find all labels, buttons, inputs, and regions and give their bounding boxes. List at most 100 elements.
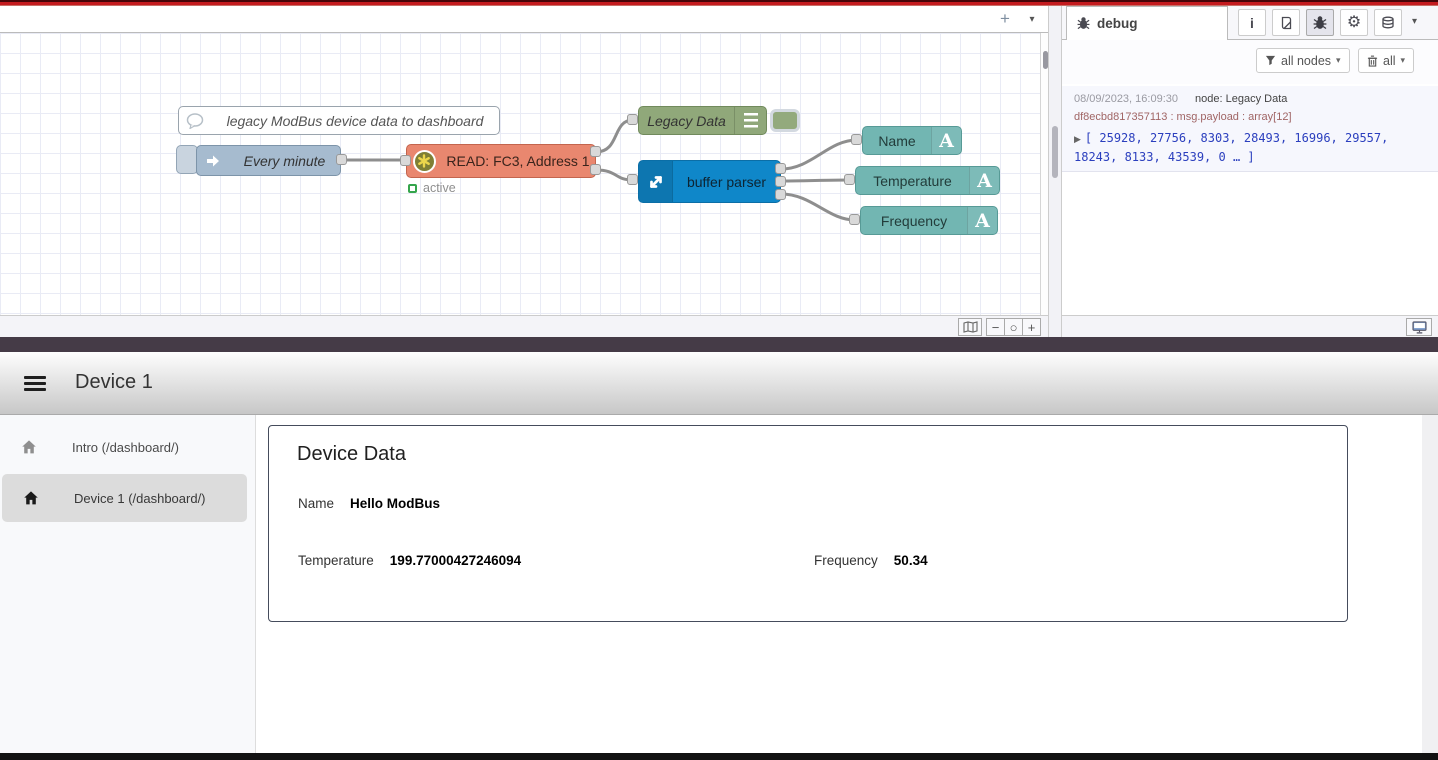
modbus-icon bbox=[407, 145, 441, 177]
clear-label: all bbox=[1383, 54, 1396, 68]
inject-label: Every minute bbox=[229, 146, 340, 175]
tab-debug[interactable]: debug bbox=[1066, 6, 1228, 40]
debug-toggle-button[interactable] bbox=[770, 109, 800, 132]
menu-hamburger-icon[interactable] bbox=[24, 376, 46, 391]
debug-message[interactable]: 08/09/2023, 16:09:30 node: Legacy Data d… bbox=[1062, 86, 1438, 172]
tab-info-button[interactable]: i bbox=[1238, 9, 1266, 36]
name-label: Name bbox=[298, 496, 334, 511]
filter-label: all nodes bbox=[1281, 54, 1331, 68]
filter-nodes-button[interactable]: all nodes ▾ bbox=[1256, 48, 1350, 73]
caret-down-icon: ▾ bbox=[1401, 55, 1406, 66]
port[interactable] bbox=[627, 174, 638, 185]
debug-node-legacy-data[interactable]: Legacy Data bbox=[638, 106, 767, 135]
flow-list-chevron-icon[interactable]: ▾ bbox=[1022, 12, 1042, 28]
tab-help-button[interactable] bbox=[1272, 9, 1300, 36]
expand-arrows-icon bbox=[639, 161, 673, 202]
ui-text-label: Name bbox=[863, 127, 931, 154]
ui-text-label: Temperature bbox=[856, 167, 969, 194]
port[interactable] bbox=[844, 174, 855, 185]
canvas-footer: − ○ + bbox=[0, 315, 1048, 337]
caret-down-icon: ▾ bbox=[1336, 55, 1341, 66]
message-payload[interactable]: [ 25928, 27756, 8303, 28493, 16996, 2955… bbox=[1074, 131, 1388, 164]
status-ring-icon bbox=[408, 184, 417, 193]
zoom-reset-button[interactable]: ○ bbox=[1004, 318, 1023, 336]
debug-node-label: Legacy Data bbox=[639, 107, 734, 134]
port[interactable] bbox=[775, 189, 786, 200]
clear-messages-button[interactable]: all ▾ bbox=[1358, 48, 1414, 73]
port[interactable] bbox=[775, 176, 786, 187]
flow-canvas[interactable]: legacy ModBus device data to dashboard E… bbox=[0, 33, 1040, 315]
port[interactable] bbox=[775, 163, 786, 174]
dashboard-scroll-gutter[interactable] bbox=[1422, 415, 1438, 753]
add-flow-button[interactable]: + bbox=[992, 9, 1018, 30]
bottom-black-bar bbox=[0, 753, 1438, 760]
window-separator-bar bbox=[0, 337, 1438, 352]
port[interactable] bbox=[627, 114, 638, 125]
expand-payload-icon[interactable]: ▶ bbox=[1074, 134, 1081, 144]
nav-item-label: Intro (/dashboard/) bbox=[72, 440, 179, 455]
port[interactable] bbox=[400, 155, 411, 166]
sidebar-menu-chevron-icon[interactable]: ▾ bbox=[1412, 16, 1417, 27]
buffer-parser-label: buffer parser bbox=[673, 161, 780, 202]
trash-icon bbox=[1367, 55, 1378, 67]
inject-trigger-button[interactable] bbox=[176, 145, 198, 174]
debug-toolbar: all nodes ▾ all ▾ bbox=[1062, 40, 1438, 84]
node-red-editor: + ▾ legacy ModBus device data to dash bbox=[0, 6, 1438, 337]
tab-debug-button[interactable] bbox=[1306, 9, 1334, 36]
port[interactable] bbox=[336, 154, 347, 165]
zoom-out-button[interactable]: − bbox=[986, 318, 1005, 336]
comment-label: legacy ModBus device data to dashboard bbox=[211, 107, 499, 134]
nav-item-device-1[interactable]: Device 1 (/dashboard/) bbox=[2, 474, 247, 522]
gear-icon: ⚙ bbox=[1347, 15, 1361, 31]
ui-text-node-frequency[interactable]: Frequency A bbox=[860, 206, 998, 235]
comment-bubble-icon bbox=[179, 107, 211, 134]
card-title: Device Data bbox=[297, 443, 406, 466]
name-value: Hello ModBus bbox=[350, 496, 440, 511]
navigator-button[interactable] bbox=[958, 318, 982, 336]
dashboard-header: Device 1 bbox=[0, 352, 1438, 415]
temperature-value: 199.77000427246094 bbox=[390, 553, 521, 568]
nav-item-intro[interactable]: Intro (/dashboard/) bbox=[0, 423, 250, 471]
funnel-icon bbox=[1265, 55, 1276, 66]
home-icon bbox=[22, 489, 40, 507]
scrollbar-thumb[interactable] bbox=[1043, 51, 1048, 69]
port[interactable] bbox=[590, 146, 601, 157]
open-debug-window-button[interactable] bbox=[1406, 318, 1432, 336]
zoom-in-button[interactable]: + bbox=[1022, 318, 1041, 336]
port[interactable] bbox=[851, 134, 862, 145]
sidebar-splitter[interactable] bbox=[1048, 6, 1062, 337]
comment-node[interactable]: legacy ModBus device data to dashboard bbox=[178, 106, 500, 135]
message-meta: df8ecbd817357113 : msg.payload : array[1… bbox=[1074, 111, 1428, 123]
home-icon bbox=[20, 438, 38, 456]
tab-context-button[interactable] bbox=[1374, 9, 1402, 36]
port[interactable] bbox=[590, 164, 601, 175]
buffer-parser-node[interactable]: buffer parser bbox=[638, 160, 781, 203]
bug-icon bbox=[1313, 16, 1327, 30]
splitter-handle[interactable] bbox=[1052, 126, 1058, 178]
frequency-label: Frequency bbox=[814, 553, 878, 568]
message-timestamp: 08/09/2023, 16:09:30 bbox=[1074, 93, 1178, 105]
debug-footer bbox=[1062, 315, 1438, 337]
node-status: active bbox=[408, 181, 456, 195]
status-text: active bbox=[423, 181, 456, 195]
port[interactable] bbox=[849, 214, 860, 225]
debug-list-icon bbox=[734, 107, 766, 134]
message-node-ref[interactable]: node: Legacy Data bbox=[1195, 93, 1287, 105]
inject-arrow-icon bbox=[197, 146, 229, 175]
tab-config-button[interactable]: ⚙ bbox=[1340, 9, 1368, 36]
ui-text-node-name[interactable]: Name A bbox=[862, 126, 962, 155]
device-data-card: Device Data Name Hello ModBus Temperatur… bbox=[268, 425, 1348, 622]
text-a-icon: A bbox=[969, 167, 999, 194]
text-a-icon: A bbox=[967, 207, 997, 234]
flow-tabbar: + ▾ bbox=[0, 6, 1048, 33]
canvas-vertical-scrollbar[interactable] bbox=[1040, 33, 1048, 315]
ui-text-label: Frequency bbox=[861, 207, 967, 234]
temperature-label: Temperature bbox=[298, 553, 374, 568]
dashboard-page-title: Device 1 bbox=[75, 371, 153, 394]
inject-node[interactable]: Every minute bbox=[196, 145, 341, 176]
map-icon bbox=[963, 321, 978, 333]
modbus-read-node[interactable]: READ: FC3, Address 1 bbox=[406, 144, 596, 178]
frequency-value: 50.34 bbox=[894, 553, 928, 568]
ui-text-node-temperature[interactable]: Temperature A bbox=[855, 166, 1000, 195]
book-icon bbox=[1279, 16, 1293, 30]
